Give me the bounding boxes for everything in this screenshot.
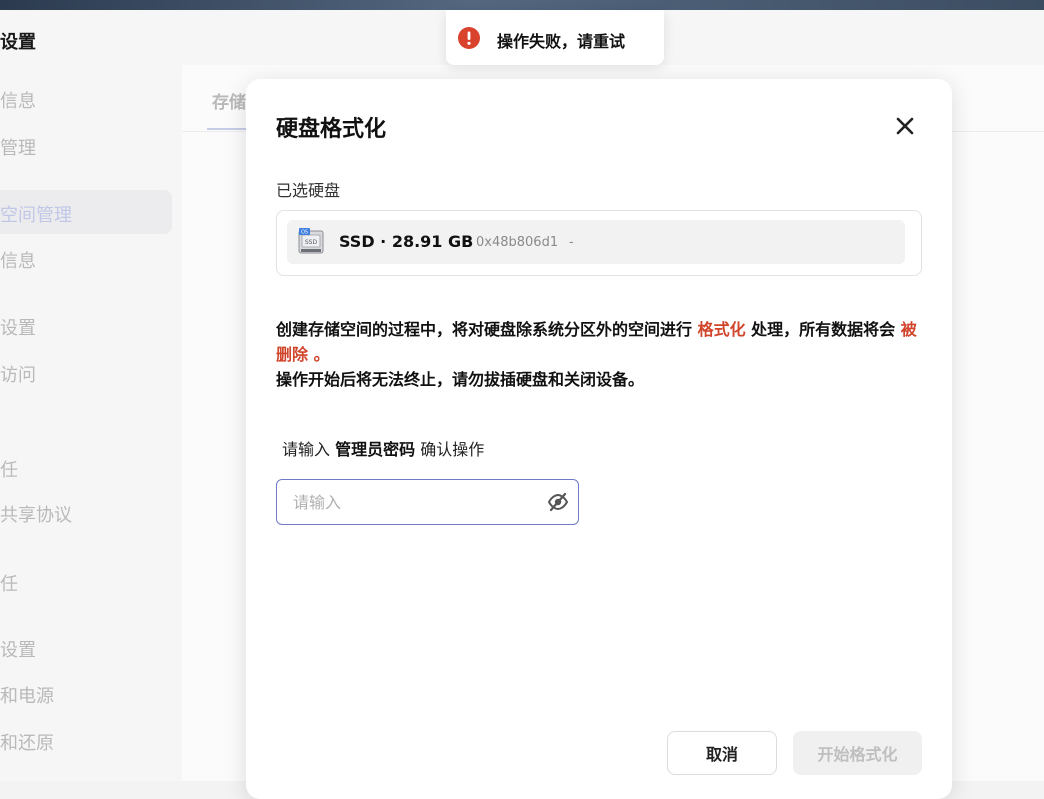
page-title: 设置	[0, 32, 36, 53]
format-disk-dialog: 硬盘格式化 已选硬盘 SSD OS SSD · 28.91 GB 0x48b80…	[246, 79, 952, 799]
cancel-button[interactable]: 取消	[667, 731, 777, 775]
warning-text-2: 处理，所有数据将会	[745, 320, 901, 339]
svg-text:OS: OS	[301, 230, 308, 236]
sidebar-item-info-2[interactable]: 信息	[0, 247, 36, 273]
warning-text-1: 创建存储空间的过程中，将对硬盘除系统分区外的空间进行	[276, 320, 698, 339]
dialog-title: 硬盘格式化	[276, 117, 387, 142]
disk-name: SSD · 28.91 GB	[339, 232, 474, 251]
sidebar-item-share-protocol[interactable]: 共享协议	[0, 501, 72, 527]
toast-message: 操作失败，请重试	[497, 32, 626, 51]
password-input[interactable]	[291, 490, 535, 514]
error-toast: 操作失败，请重试	[446, 10, 664, 65]
sidebar-item-space-management[interactable]: 空间管理	[0, 201, 72, 227]
window-top-strip	[0, 0, 1044, 10]
sidebar-item-settings[interactable]: 设置	[0, 314, 36, 340]
start-format-button[interactable]: 开始格式化	[793, 731, 922, 775]
disk-extra: -	[569, 235, 574, 250]
error-icon	[458, 27, 480, 49]
password-prompt-prefix: 请输入	[282, 440, 336, 459]
sidebar	[0, 65, 182, 781]
selected-disk-label: 已选硬盘	[276, 181, 341, 200]
sidebar-item-restore[interactable]: 和还原	[0, 729, 54, 755]
close-icon	[896, 117, 914, 135]
warning-text-3: 操作开始后将无法终止，请勿拔插硬盘和关闭设备。	[276, 370, 645, 389]
password-field	[276, 479, 579, 525]
sidebar-item-management[interactable]: 管理	[0, 134, 36, 160]
sidebar-item-settings-2[interactable]: 设置	[0, 636, 36, 662]
sidebar-item-access[interactable]: 访问	[0, 361, 36, 387]
disk-item: SSD OS SSD · 28.91 GB 0x48b806d1 -	[287, 220, 905, 264]
password-prompt-suffix: 确认操作	[415, 440, 485, 459]
svg-text:SSD: SSD	[305, 239, 318, 246]
password-prompt-bold: 管理员密码	[335, 440, 416, 459]
eye-slash-icon[interactable]	[547, 492, 569, 512]
close-button[interactable]	[892, 113, 918, 139]
ssd-disk-icon: SSD OS	[298, 228, 324, 254]
sidebar-item-task[interactable]: 任	[0, 456, 18, 482]
tab-storage[interactable]: 存储	[212, 88, 246, 113]
disk-id: 0x48b806d1	[476, 235, 559, 250]
sidebar-item-info[interactable]: 信息	[0, 87, 36, 113]
sidebar-item-task-2[interactable]: 任	[0, 570, 18, 596]
warning-highlight-format: 格式化	[697, 320, 746, 339]
format-warning: 创建存储空间的过程中，将对硬盘除系统分区外的空间进行 格式化 处理，所有数据将会…	[276, 317, 926, 392]
password-prompt: 请输入 管理员密码 确认操作	[282, 436, 484, 460]
sidebar-item-power[interactable]: 和电源	[0, 682, 54, 708]
selected-disk-box: SSD OS SSD · 28.91 GB 0x48b806d1 -	[276, 210, 922, 276]
